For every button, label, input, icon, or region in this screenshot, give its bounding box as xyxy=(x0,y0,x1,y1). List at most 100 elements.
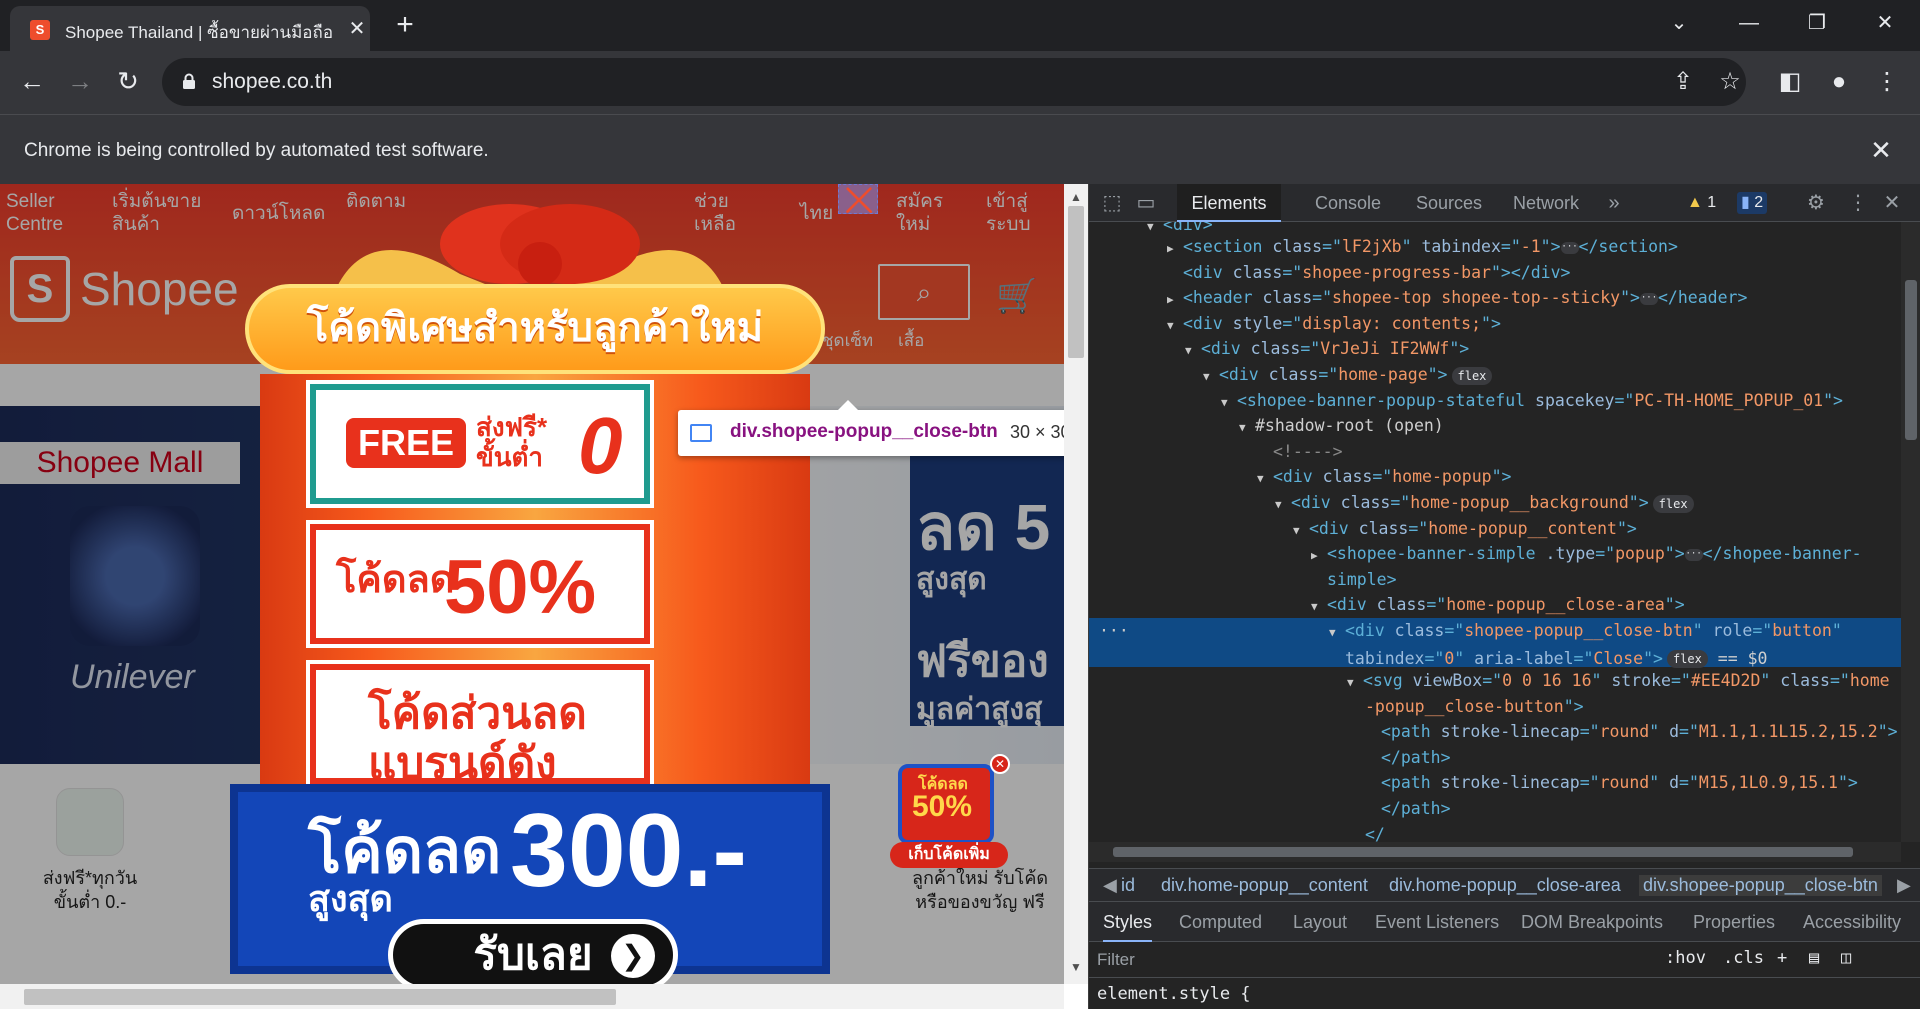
discount-50-coupon[interactable]: โค้ดลด 50% xyxy=(310,524,650,644)
scroll-thumb[interactable] xyxy=(24,989,616,1005)
breadcrumb-back-icon[interactable]: ◀ xyxy=(1103,875,1117,896)
free-shipping-coupon[interactable]: FREE ส่งฟรี* ขั้นต่ำ 0 xyxy=(310,384,650,504)
window-close-icon[interactable]: ✕ xyxy=(1862,8,1908,38)
infobar-message: Chrome is being controlled by automated … xyxy=(24,140,489,161)
inspect-element-icon[interactable]: ⬚ xyxy=(1099,190,1125,216)
dom-node[interactable]: ▼ <div class="home-popup__background"> fle… xyxy=(1089,490,1694,516)
more-dots-icon[interactable]: ··· xyxy=(1099,618,1129,644)
tab-layout[interactable]: Layout xyxy=(1293,902,1347,942)
tooltip-size: 30 × 30 xyxy=(1010,422,1071,442)
tab-close-icon[interactable]: ✕ xyxy=(345,17,369,41)
floating-coupon-badge[interactable]: โค้ดลด 50% เก็บโค้ดเพิ่ม ✕ xyxy=(890,754,1010,874)
tab-elements[interactable]: Elements xyxy=(1177,184,1281,222)
dom-node[interactable]: ▶ <header class="shopee-top shopee-top--s… xyxy=(1089,285,1747,311)
home-popup: โค้ดพิเศษสำหรับลูกค้าใหม่ FREE ส่งฟรี* ข… xyxy=(210,184,850,1009)
tab-computed[interactable]: Computed xyxy=(1179,902,1262,942)
minimize-icon[interactable]: — xyxy=(1726,8,1772,38)
profile-avatar-icon[interactable]: ● xyxy=(1822,65,1856,99)
browser-tab[interactable]: S Shopee Thailand | ซื้อขายผ่านมือถือ ✕ xyxy=(10,6,370,51)
dom-node: </path> xyxy=(1381,747,1451,767)
badge-close-icon[interactable]: ✕ xyxy=(990,754,1010,774)
devtools-menu-icon[interactable]: ⋮ xyxy=(1845,190,1871,216)
tab-styles[interactable]: Styles xyxy=(1103,902,1153,942)
new-rule-icon[interactable]: + xyxy=(1777,948,1787,968)
forward-arrow-icon[interactable]: → xyxy=(62,63,98,99)
dom-node[interactable]: ▼ <shopee-banner-popup-stateful spacekey=… xyxy=(1089,388,1843,414)
dom-horizontal-scrollbar[interactable] xyxy=(1089,842,1901,862)
devtools-close-icon[interactable]: ✕ xyxy=(1879,190,1905,216)
paint-icon[interactable]: ▤ xyxy=(1809,948,1819,968)
dom-tree[interactable]: ▼ <div> ▶ <section class="lF2jXb" tabindex… xyxy=(1089,222,1920,842)
dom-node[interactable]: <div class="shopee-progress-bar"></div> xyxy=(1089,260,1570,286)
page-vertical-scrollbar[interactable]: ▲ ▼ xyxy=(1064,184,1088,984)
dom-vertical-scrollbar[interactable] xyxy=(1901,222,1920,842)
dom-node[interactable]: ▼ <div class="VrJeJi IF2WWf"> xyxy=(1089,336,1469,362)
browser-toolbar: ← → ↻ shopee.co.th ⇪ ☆ ◧ ● ⋮ xyxy=(0,51,1920,114)
settings-gear-icon[interactable]: ⚙ xyxy=(1803,190,1829,216)
dom-node[interactable]: ▼ #shadow-root (open) xyxy=(1089,413,1444,439)
chevron-right-icon: ❯ xyxy=(611,934,655,978)
dom-node[interactable]: ▼ <svg viewBox="0 0 16 16" stroke="#EE4D2… xyxy=(1089,668,1890,694)
warnings-badge[interactable]: ▲ 1 xyxy=(1683,192,1720,214)
popup-header: โค้ดพิเศษสำหรับลูกค้าใหม่ xyxy=(245,284,825,374)
dom-node[interactable]: <path stroke-linecap="round" d="M1.1,1.1… xyxy=(1089,719,1898,745)
tab-properties[interactable]: Properties xyxy=(1693,902,1775,942)
tab-search-icon[interactable]: ⌄ xyxy=(1656,8,1702,38)
scroll-thumb[interactable] xyxy=(1068,206,1084,358)
devtools-panel: ⬚ ▭ Elements Console Sources Network » ▲… xyxy=(1088,184,1920,1009)
infobar-close-icon[interactable]: ✕ xyxy=(1866,135,1896,165)
tab-dom-breakpoints[interactable]: DOM Breakpoints xyxy=(1521,902,1663,942)
claim-button[interactable]: รับเลย ❯ xyxy=(388,919,678,991)
bookmark-star-icon[interactable]: ☆ xyxy=(1713,65,1747,99)
dom-node[interactable]: ▶ <section class="lF2jXb" tabindex="-1">·… xyxy=(1089,234,1678,260)
tooltip-selector: div.shopee-popup__close-btn xyxy=(730,421,998,442)
filter-input[interactable] xyxy=(1097,946,1537,974)
dom-node: simple> xyxy=(1327,569,1397,589)
scroll-thumb[interactable] xyxy=(1113,847,1853,857)
cls-toggle[interactable]: .cls xyxy=(1723,948,1764,968)
dom-node[interactable]: ▼ <div class="home-popup__content"> xyxy=(1089,516,1637,542)
breadcrumb-item-active[interactable]: div.shopee-popup__close-btn xyxy=(1639,875,1882,896)
shopee-favicon-icon: S xyxy=(30,20,50,40)
sidebar-toggle-icon[interactable]: ◫ xyxy=(1841,948,1851,968)
hov-toggle[interactable]: :hov xyxy=(1665,948,1706,968)
tab-sources[interactable]: Sources xyxy=(1416,184,1482,222)
address-bar[interactable]: shopee.co.th xyxy=(162,58,1746,106)
breadcrumb-item[interactable]: id xyxy=(1121,875,1135,896)
dom-node-selected[interactable]: ··· ▼ <div class="shopee-popup__close-btn… xyxy=(1089,618,1901,669)
device-toolbar-icon[interactable]: ▭ xyxy=(1133,190,1159,216)
dom-node[interactable]: <path stroke-linecap="round" d="M15,1L0.… xyxy=(1089,770,1858,796)
share-icon[interactable]: ⇪ xyxy=(1666,65,1700,99)
dom-node[interactable]: ▼ <div class="home-popup"> xyxy=(1089,464,1511,490)
kebab-menu-icon[interactable]: ⋮ xyxy=(1870,65,1904,99)
tab-accessibility[interactable]: Accessibility xyxy=(1803,902,1901,942)
new-tab-icon[interactable]: + xyxy=(390,10,420,41)
back-arrow-icon[interactable]: ← xyxy=(14,63,50,99)
breadcrumb-item[interactable]: div.home-popup__close-area xyxy=(1389,875,1621,896)
brand-coupon[interactable]: โค้ดส่วนลด แบรนด์ดัง xyxy=(310,664,650,788)
tab-event-listeners[interactable]: Event Listeners xyxy=(1375,902,1499,942)
sidebar-tabs: Styles Computed Layout Event Listeners D… xyxy=(1089,902,1920,942)
reload-icon[interactable]: ↻ xyxy=(110,63,146,99)
dom-node[interactable]: ▼ <div class="home-popup__close-area"> xyxy=(1089,592,1685,618)
dom-node[interactable]: ▶ <shopee-banner-simple .type="popup">···… xyxy=(1089,541,1862,567)
breadcrumb-item[interactable]: div.home-popup__content xyxy=(1161,875,1368,896)
scroll-up-icon[interactable]: ▲ xyxy=(1070,190,1082,204)
restore-icon[interactable]: ❐ xyxy=(1794,8,1840,38)
more-tabs-icon[interactable]: » xyxy=(1601,190,1627,216)
dom-node[interactable]: ▼ <div class="home-page"> flex xyxy=(1089,362,1493,388)
breadcrumb-forward-icon[interactable]: ▶ xyxy=(1897,875,1911,896)
page-horizontal-scrollbar[interactable] xyxy=(0,984,1064,1009)
lock-icon xyxy=(183,73,195,89)
claim-button-label: รับเลย xyxy=(473,930,593,979)
dom-node[interactable]: ▼ <div style="display: contents;"> xyxy=(1089,311,1501,337)
breadcrumb: ◀ id div.home-popup__content div.home-po… xyxy=(1089,868,1920,902)
scroll-thumb[interactable] xyxy=(1905,280,1917,440)
popup-close-button[interactable] xyxy=(838,184,878,214)
tab-network[interactable]: Network xyxy=(1513,184,1579,222)
messages-badge[interactable]: ▮ 2 xyxy=(1737,192,1768,214)
scroll-down-icon[interactable]: ▼ xyxy=(1070,960,1082,974)
side-panel-icon[interactable]: ◧ xyxy=(1773,65,1807,99)
dom-node[interactable]: <!----> xyxy=(1089,439,1343,465)
tab-console[interactable]: Console xyxy=(1315,184,1381,222)
